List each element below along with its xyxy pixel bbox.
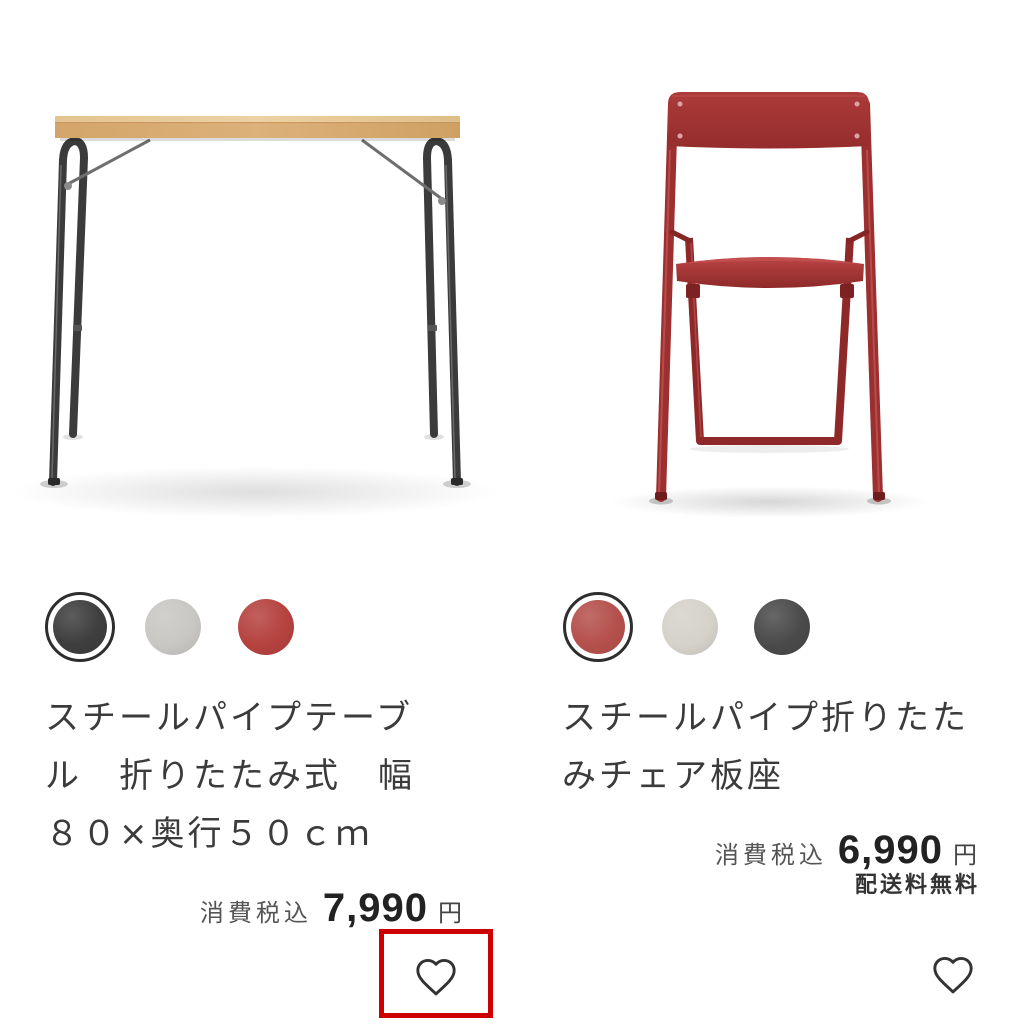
- color-swatch-beige[interactable]: [662, 599, 718, 655]
- price-value: 6,990: [837, 828, 943, 872]
- product-image-chair[interactable]: [512, 0, 1024, 540]
- table-top: [55, 116, 460, 141]
- chair-seat: [676, 257, 864, 288]
- product-card-table: スチールパイプテーブル 折りたたみ式 幅８０×奥行５０ｃｍ 消費税込 7,990…: [0, 0, 512, 1024]
- favorite-button[interactable]: [414, 957, 458, 997]
- color-swatch-red[interactable]: [563, 592, 633, 662]
- favorite-button[interactable]: [931, 955, 975, 995]
- product-title[interactable]: スチールパイプ折りたたみチェア板座: [562, 689, 987, 805]
- price-row: 消費税込 6,990 円: [715, 825, 977, 875]
- color-swatch-red[interactable]: [238, 599, 294, 655]
- heart-icon: [933, 957, 973, 994]
- color-swatch-light-gray[interactable]: [145, 599, 201, 655]
- product-image-table[interactable]: [0, 0, 512, 540]
- table-legs: [48, 137, 463, 486]
- heart-icon: [416, 959, 456, 996]
- price-row: 消費税込 7,990 円: [200, 883, 462, 933]
- product-card-chair: スチールパイプ折りたたみチェア板座 消費税込 6,990 円 配送料無料: [512, 0, 1024, 1024]
- table-shadow: [10, 434, 500, 518]
- tax-included-label: 消費税込: [714, 841, 827, 869]
- chair-frame: [655, 99, 885, 502]
- tax-included-label: 消費税込: [199, 899, 312, 927]
- color-swatch-black[interactable]: [45, 592, 115, 662]
- currency-label: 円: [438, 899, 462, 927]
- product-title[interactable]: スチールパイプテーブル 折りたたみ式 幅８０×奥行５０ｃｍ: [45, 689, 435, 863]
- color-swatch-dark-gray[interactable]: [754, 599, 810, 655]
- chair-backrest: [668, 92, 869, 149]
- price-value: 7,990: [322, 886, 428, 930]
- free-shipping-label: 配送料無料: [854, 873, 980, 898]
